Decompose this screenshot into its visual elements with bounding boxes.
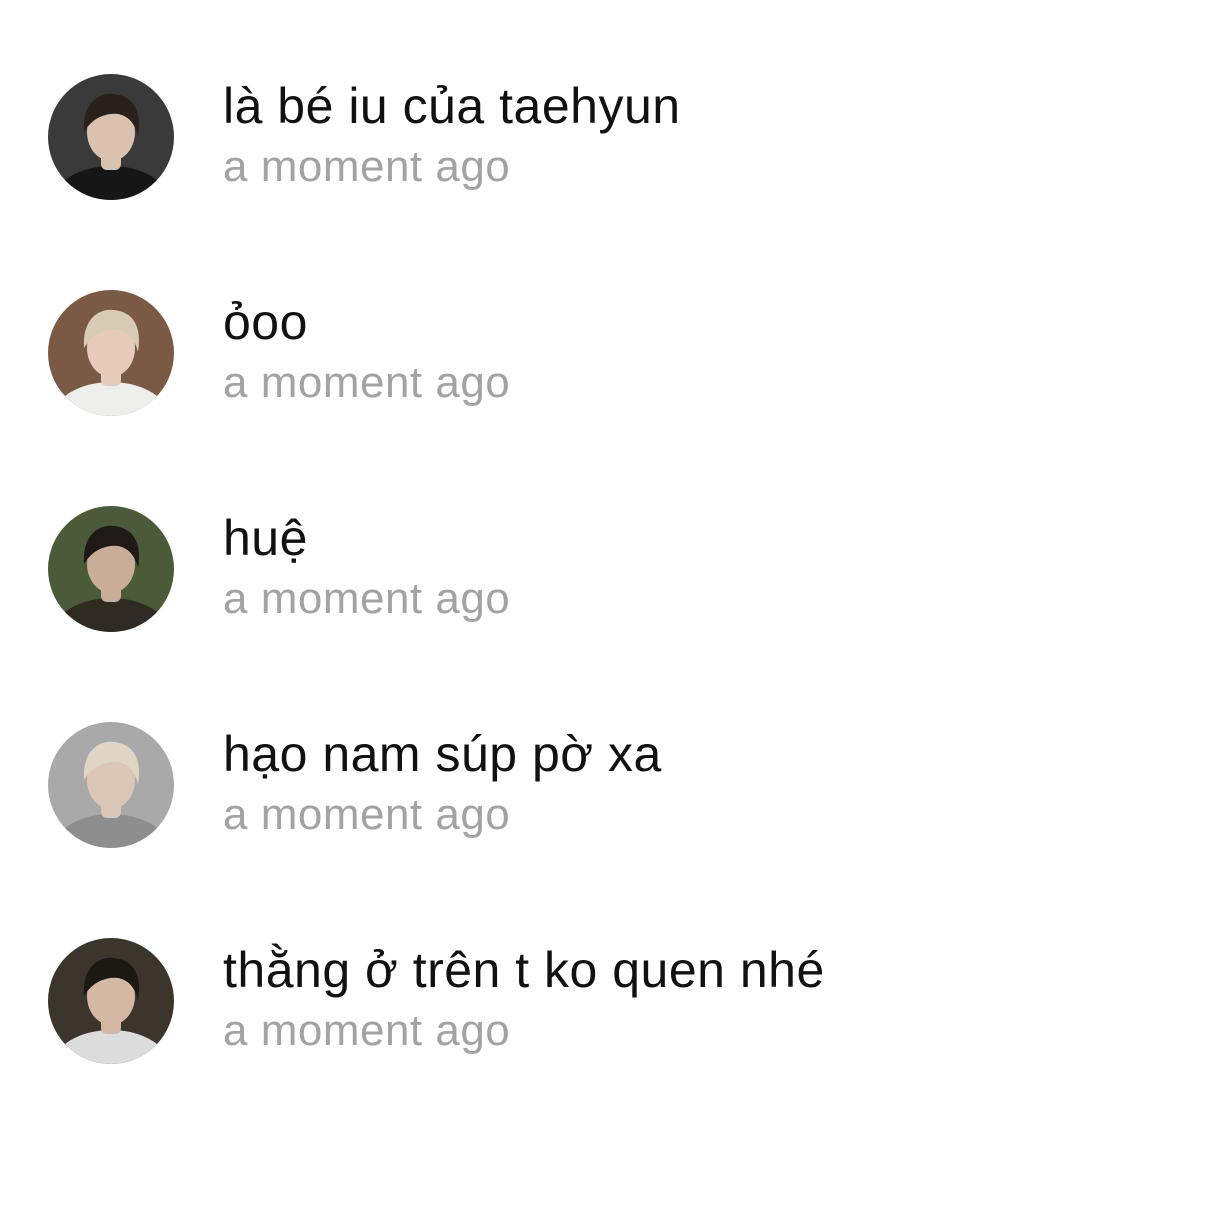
comment-text: ỏoo <box>223 294 308 350</box>
avatar[interactable] <box>48 722 174 848</box>
comment-item[interactable]: huệ a moment ago <box>0 506 1232 646</box>
profile-photo-icon <box>48 290 174 416</box>
comment-body: thằng ở trên t ko quen nhé a moment ago <box>223 940 825 1058</box>
avatar[interactable] <box>48 74 174 200</box>
comment-text: hạo nam súp pờ xa <box>223 726 662 782</box>
comment-body: ỏoo a moment ago <box>223 292 510 410</box>
comment-timestamp: a moment ago <box>223 1006 511 1055</box>
profile-photo-icon <box>48 74 174 200</box>
comment-text: là bé iu của taehyun <box>223 78 681 134</box>
comment-item[interactable]: là bé iu của taehyun a moment ago <box>0 74 1232 214</box>
comment-body: hạo nam súp pờ xa a moment ago <box>223 724 662 842</box>
comment-text: huệ <box>223 510 308 566</box>
comment-timestamp: a moment ago <box>223 790 511 839</box>
comment-text: thằng ở trên t ko quen nhé <box>223 942 825 998</box>
profile-photo-icon <box>48 506 174 632</box>
avatar[interactable] <box>48 938 174 1064</box>
comment-timestamp: a moment ago <box>223 358 511 407</box>
comment-item[interactable]: hạo nam súp pờ xa a moment ago <box>0 722 1232 862</box>
comment-item[interactable]: ỏoo a moment ago <box>0 290 1232 430</box>
avatar[interactable] <box>48 506 174 632</box>
comment-item[interactable]: thằng ở trên t ko quen nhé a moment ago <box>0 938 1232 1078</box>
comment-timestamp: a moment ago <box>223 574 511 623</box>
profile-photo-icon <box>48 722 174 848</box>
comment-body: huệ a moment ago <box>223 508 510 626</box>
comment-timestamp: a moment ago <box>223 142 511 191</box>
comment-body: là bé iu của taehyun a moment ago <box>223 76 681 194</box>
avatar[interactable] <box>48 290 174 416</box>
profile-photo-icon <box>48 938 174 1064</box>
